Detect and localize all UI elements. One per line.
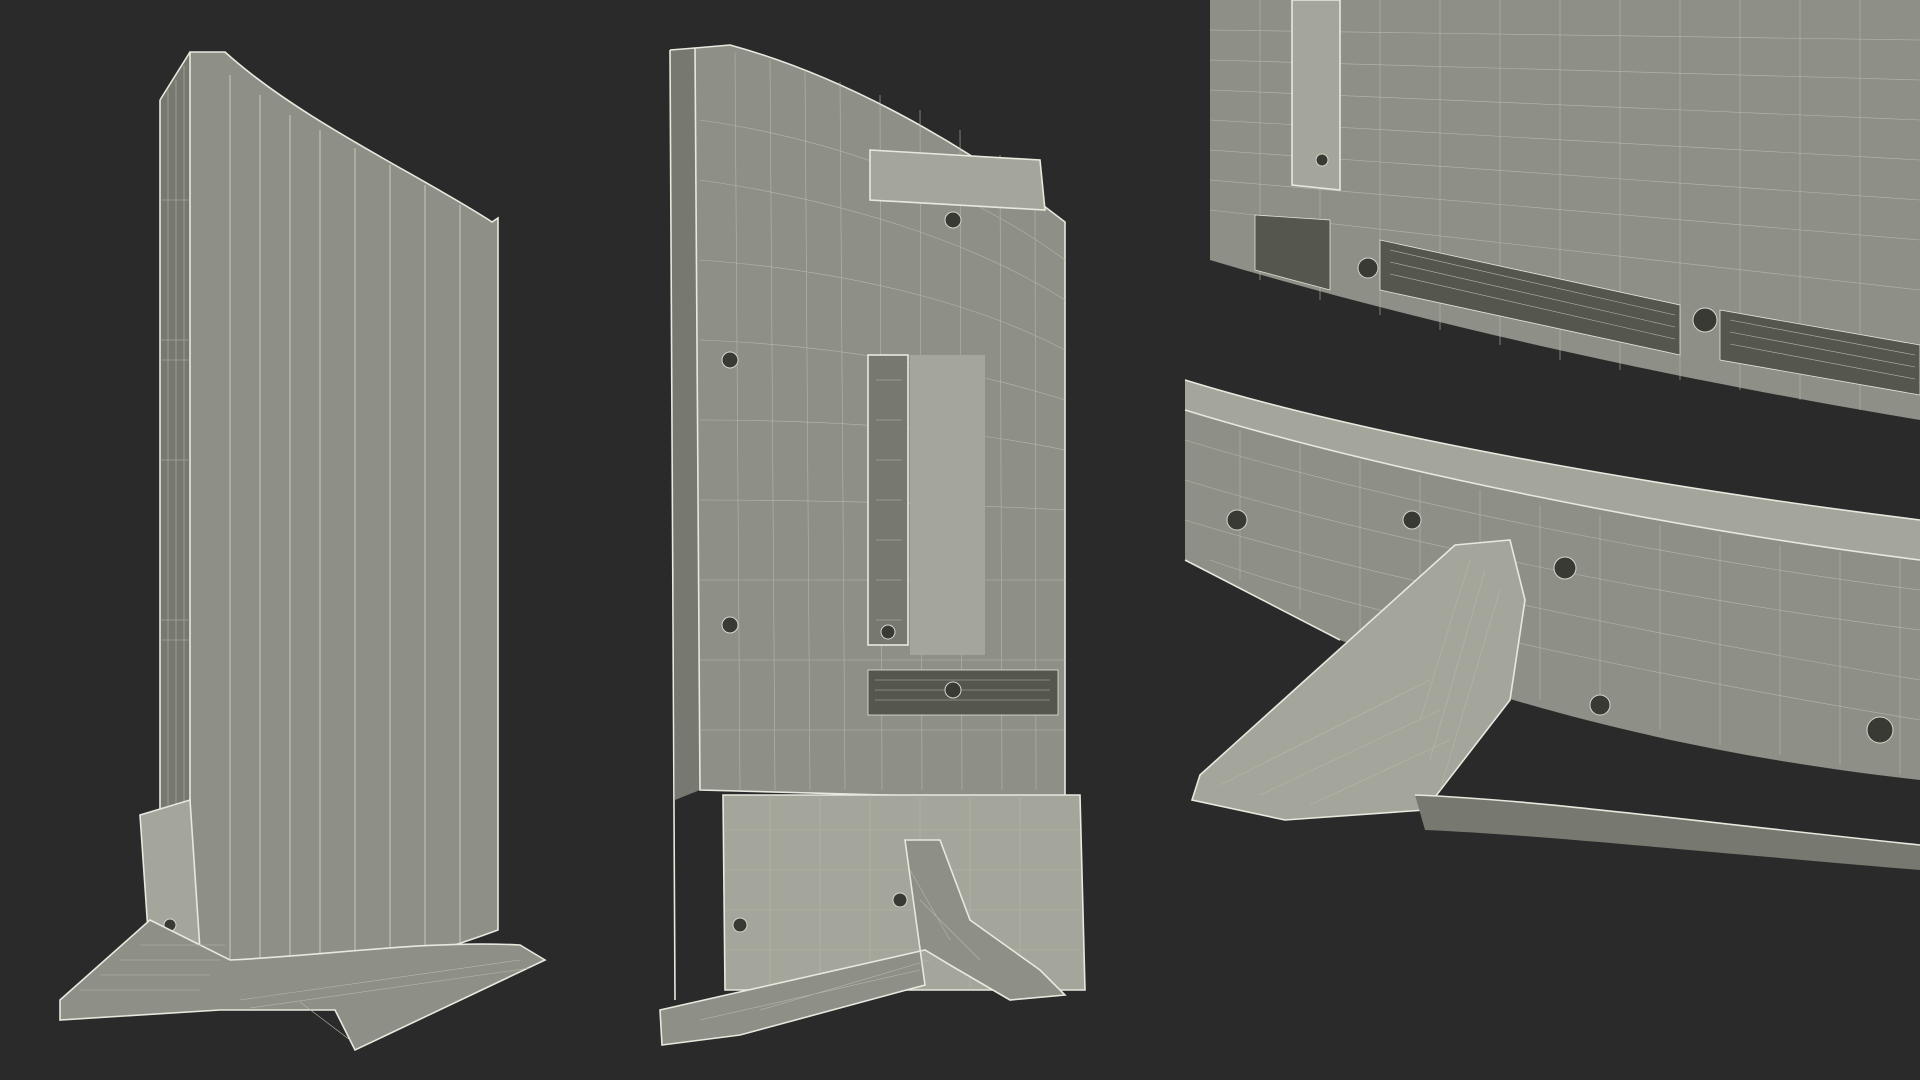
tv-stand-closeup-view (1180, 0, 1920, 1080)
tv-back-view (640, 0, 1200, 1080)
tv-side-wireframe (59, 51, 547, 1052)
tv-side-view (0, 0, 640, 1080)
render-canvas (0, 0, 1920, 1080)
tv-stand-closeup-wireframe (1184, 0, 1920, 870)
tv-back-wireframe (659, 44, 1086, 1046)
